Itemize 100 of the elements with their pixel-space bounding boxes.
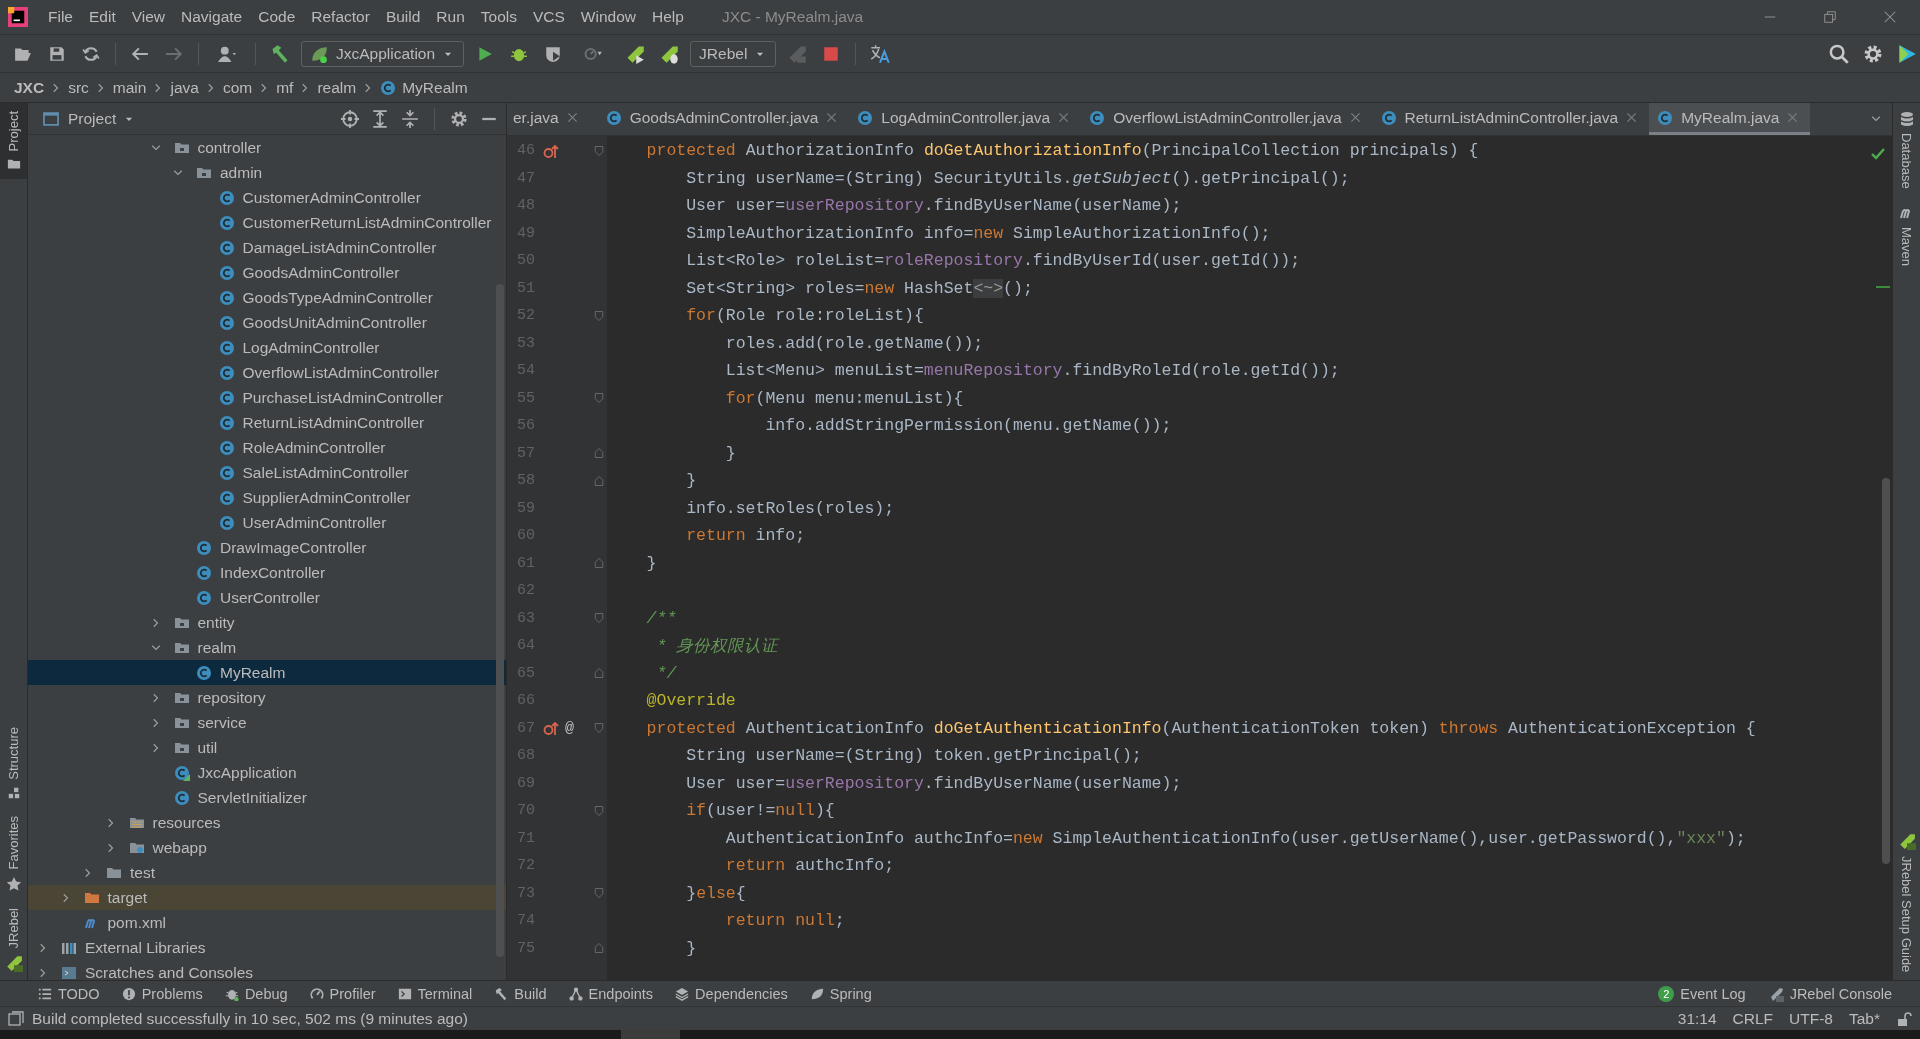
breadcrumb-item[interactable]: mf bbox=[276, 78, 294, 97]
breadcrumb-item[interactable]: JXC bbox=[14, 78, 45, 97]
tree-item[interactable]: target bbox=[28, 885, 506, 910]
menu-item[interactable]: Refactor bbox=[303, 8, 378, 26]
shield-icon[interactable] bbox=[544, 44, 563, 63]
tree-item[interactable]: service bbox=[28, 710, 506, 735]
breadcrumb-item[interactable]: realm bbox=[317, 78, 357, 97]
breadcrumb-item[interactable]: main bbox=[112, 78, 147, 97]
menu-item[interactable]: View bbox=[123, 8, 174, 26]
tree-item[interactable]: GoodsUnitAdminController bbox=[28, 310, 506, 335]
tree-item[interactable]: GoodsAdminController bbox=[28, 260, 506, 285]
breadcrumb-item[interactable]: java bbox=[170, 78, 199, 97]
tool-window-button[interactable]: JRebel Console bbox=[1767, 985, 1892, 1002]
tool-window-button[interactable]: Problems bbox=[121, 985, 203, 1002]
tree-item[interactable]: SaleListAdminController bbox=[28, 460, 506, 485]
settings-icon[interactable] bbox=[1863, 43, 1883, 64]
editor-tab[interactable]: MyRealm.java bbox=[1649, 103, 1811, 135]
search-icon[interactable] bbox=[1829, 43, 1849, 64]
restore-icon[interactable] bbox=[1823, 10, 1837, 24]
close-icon[interactable] bbox=[826, 112, 838, 123]
menu-item[interactable]: Edit bbox=[81, 8, 124, 26]
tool-window-button[interactable]: TODO bbox=[38, 985, 100, 1002]
tree-item[interactable]: CustomerReturnListAdminController bbox=[28, 210, 506, 235]
breadcrumb-item[interactable]: MyRealm bbox=[380, 78, 468, 97]
tool-window-tab[interactable]: Maven bbox=[1893, 196, 1920, 274]
menu-item[interactable]: VCS bbox=[524, 8, 573, 26]
tool-window-tab[interactable]: Database bbox=[1893, 103, 1920, 197]
menu-item[interactable]: Tools bbox=[472, 8, 525, 26]
tree-item[interactable]: SupplierAdminController bbox=[28, 485, 506, 510]
tool-window-tab[interactable]: JRebel Setup Guide bbox=[1893, 823, 1920, 980]
panel-title[interactable]: Project bbox=[68, 109, 117, 128]
tree-item[interactable]: Scratches and Consoles bbox=[28, 960, 506, 980]
jrebel-dropdown[interactable]: JRebel bbox=[690, 40, 777, 67]
tree-item[interactable]: resources bbox=[28, 810, 506, 835]
status-item[interactable]: UTF-8 bbox=[1789, 1009, 1833, 1028]
settings-icon[interactable] bbox=[450, 109, 468, 128]
stop-icon[interactable] bbox=[822, 44, 841, 63]
menu-item[interactable]: Run bbox=[428, 8, 473, 26]
status-item[interactable]: 31:14 bbox=[1677, 1009, 1717, 1028]
editor-tab[interactable]: ReturnListAdminController.java bbox=[1372, 103, 1650, 135]
editor-tab[interactable]: GoodsAdminController.java bbox=[597, 103, 850, 135]
tree-item[interactable]: OverflowListAdminController bbox=[28, 360, 506, 385]
tool-window-button[interactable]: Debug bbox=[224, 985, 288, 1002]
tree-item[interactable]: PurchaseListAdminController bbox=[28, 385, 506, 410]
menu-item[interactable]: Code bbox=[250, 8, 304, 26]
tree-item[interactable]: JxcApplication bbox=[28, 760, 506, 785]
tree-item[interactable]: UserAdminController bbox=[28, 510, 506, 535]
close-icon[interactable] bbox=[566, 112, 578, 123]
tree-item[interactable]: realm bbox=[28, 635, 506, 660]
scrollbar-thumb[interactable] bbox=[1882, 478, 1890, 864]
tree-item[interactable]: test bbox=[28, 860, 506, 885]
tree-item[interactable]: IndexController bbox=[28, 560, 506, 585]
tree-item[interactable]: LogAdminController bbox=[28, 335, 506, 360]
tree-item[interactable]: DamageListAdminController bbox=[28, 235, 506, 260]
scrollbar-thumb[interactable] bbox=[496, 284, 504, 957]
tree-item[interactable]: RoleAdminController bbox=[28, 435, 506, 460]
tool-window-button[interactable]: Endpoints bbox=[568, 985, 654, 1002]
tree-item[interactable]: repository bbox=[28, 685, 506, 710]
tree-item[interactable]: controller bbox=[28, 135, 506, 160]
editor-tab[interactable]: OverflowListAdminController.java bbox=[1081, 103, 1373, 135]
tree-item[interactable]: admin bbox=[28, 160, 506, 185]
tool-window-button[interactable]: 2 Event Log bbox=[1658, 985, 1746, 1002]
close-icon[interactable] bbox=[1883, 10, 1897, 24]
close-icon[interactable] bbox=[1349, 112, 1361, 123]
breadcrumb-item[interactable]: com bbox=[222, 78, 253, 97]
panel-toggle-icon[interactable] bbox=[8, 1010, 24, 1027]
refresh-icon[interactable] bbox=[82, 44, 100, 63]
tree-item[interactable]: webapp bbox=[28, 835, 506, 860]
status-item[interactable]: CRLF bbox=[1732, 1009, 1774, 1028]
tool-window-button[interactable]: Terminal bbox=[397, 985, 473, 1002]
tool-window-button[interactable]: Build bbox=[494, 985, 547, 1002]
tree-item[interactable]: util bbox=[28, 735, 506, 760]
tree-item[interactable]: DrawImageController bbox=[28, 535, 506, 560]
tool-window-button[interactable]: Dependencies bbox=[675, 985, 788, 1002]
menu-item[interactable]: Build bbox=[377, 8, 429, 26]
collapse-all-icon[interactable] bbox=[401, 109, 419, 128]
menu-item[interactable]: Navigate bbox=[173, 8, 251, 26]
close-icon[interactable] bbox=[1626, 112, 1638, 123]
tree-item[interactable]: ServletInitializer bbox=[28, 785, 506, 810]
tree-item[interactable]: MyRealm bbox=[28, 660, 506, 685]
menu-item[interactable]: Window bbox=[572, 8, 644, 26]
tree-item[interactable]: ReturnListAdminController bbox=[28, 410, 506, 435]
tool-window-tab[interactable]: JRebel bbox=[0, 899, 27, 980]
run-config-dropdown[interactable]: JxcApplication bbox=[301, 40, 465, 67]
lock-icon[interactable] bbox=[1896, 1010, 1912, 1027]
tool-window-tab[interactable]: Project bbox=[0, 103, 27, 180]
editor-tab[interactable]: LogAdminController.java bbox=[849, 103, 1082, 135]
breadcrumb-item[interactable]: src bbox=[68, 78, 89, 97]
tree-item[interactable]: entity bbox=[28, 610, 506, 635]
tree-item[interactable]: GoodsTypeAdminController bbox=[28, 285, 506, 310]
tool-window-button[interactable]: Profiler bbox=[309, 985, 376, 1002]
tree-item[interactable]: CustomerAdminController bbox=[28, 185, 506, 210]
tree-item[interactable]: UserController bbox=[28, 585, 506, 610]
tool-window-tab[interactable]: Structure bbox=[0, 719, 27, 809]
menu-item[interactable]: File bbox=[40, 8, 81, 26]
close-icon[interactable] bbox=[1058, 112, 1070, 123]
tool-window-tab[interactable]: Favorites bbox=[0, 808, 27, 900]
menu-item[interactable]: Help bbox=[644, 8, 692, 26]
tree-item[interactable]: pom.xml bbox=[28, 910, 506, 935]
hammer-icon[interactable] bbox=[270, 43, 290, 64]
